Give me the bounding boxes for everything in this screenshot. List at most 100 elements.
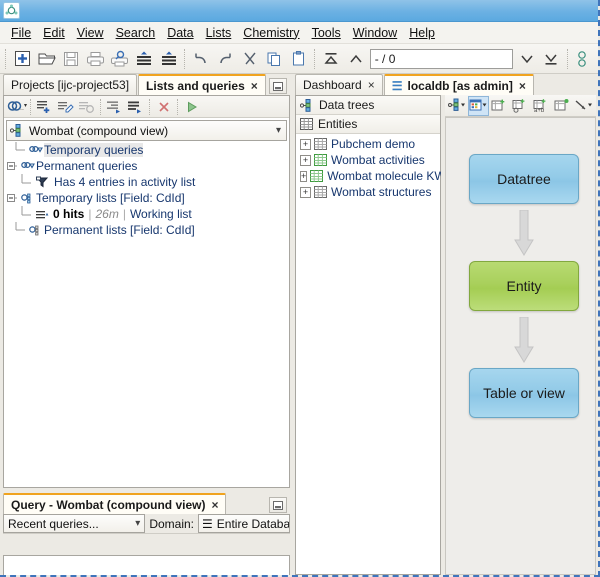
datatree-selector-combo[interactable]: Wombat (compound view) ▾ (6, 120, 287, 141)
expand-expander-icon[interactable]: + (300, 187, 311, 198)
close-icon[interactable]: × (519, 79, 526, 93)
tab-localdb[interactable]: ☰ localdb [as admin] × (384, 74, 534, 95)
entities-browser: Data trees (295, 95, 441, 575)
menu-window[interactable]: Window (347, 24, 403, 42)
structure-search-icon[interactable] (572, 46, 596, 72)
menu-data[interactable]: Data (161, 24, 199, 42)
down-arrow-icon (511, 317, 537, 367)
menu-chemistry[interactable]: Chemistry (237, 24, 305, 42)
new-query-icon[interactable] (34, 97, 55, 117)
menu-help[interactable]: Help (403, 24, 441, 42)
print-preview-icon[interactable] (108, 46, 132, 72)
tree-item-temporary-lists[interactable]: Temporary lists [Field: CdId] (4, 190, 289, 206)
connector-icon[interactable] (573, 96, 594, 116)
new-icon[interactable] (10, 46, 34, 72)
tree-item-temporary-queries[interactable]: Temporary queries (4, 142, 289, 158)
copy-icon[interactable] (262, 46, 286, 72)
tree-item-has-4-entries[interactable]: Has 4 entries in activity list (4, 174, 289, 190)
menu-lists[interactable]: Lists (200, 24, 238, 42)
run-query-icon[interactable] (181, 97, 202, 117)
tab-projects[interactable]: Projects [ijc-project53] (3, 74, 137, 95)
query-history-icon[interactable] (76, 97, 97, 117)
delete-icon[interactable] (153, 97, 174, 117)
workspace: Projects [ijc-project53] Lists and queri… (0, 74, 598, 575)
menu-view-label: View (77, 26, 104, 40)
toolbar-separator-3 (149, 99, 150, 115)
list-item[interactable]: + Pubche (296, 136, 440, 152)
add-link-icon[interactable]: a+b (531, 96, 552, 116)
menu-edit[interactable]: Edit (37, 24, 71, 42)
export-icon[interactable] (156, 46, 180, 72)
list-item[interactable]: + Wombat (296, 168, 440, 184)
chevron-down-icon: ▾ (135, 518, 140, 529)
entity-properties-icon[interactable] (552, 96, 573, 116)
redo-icon[interactable] (213, 46, 237, 72)
tree-branch-line (14, 222, 27, 238)
entity-dropdown-icon[interactable] (468, 96, 489, 116)
section-entities[interactable]: Entities (296, 115, 440, 134)
close-icon[interactable]: × (211, 498, 218, 512)
svg-text:..: .. (20, 105, 24, 112)
add-relationship-icon[interactable] (510, 96, 531, 116)
menu-tools[interactable]: Tools (306, 24, 347, 42)
expand-expander-icon[interactable]: + (300, 171, 307, 182)
list-item[interactable]: + Wombat (296, 152, 440, 168)
add-entity-icon[interactable] (489, 96, 510, 116)
tree-item-permanent-lists[interactable]: Permanent lists [Field: CdId] (4, 222, 289, 238)
previous-record-icon[interactable] (343, 46, 367, 72)
expand-expander-icon[interactable]: + (300, 139, 311, 150)
collapse-expander-icon[interactable] (6, 190, 19, 206)
menu-file[interactable]: File (5, 24, 37, 42)
list-item[interactable]: + Wombat (296, 184, 440, 200)
flow-node-entity-label: Entity (506, 278, 541, 294)
tree-item-permanent-queries[interactable]: Permanent queries (4, 158, 289, 174)
tab-lists-and-queries[interactable]: Lists and queries × (138, 74, 266, 95)
menu-search[interactable]: Search (110, 24, 162, 42)
import-icon[interactable] (132, 46, 156, 72)
expand-expander-icon[interactable]: + (300, 155, 311, 166)
close-icon[interactable]: × (251, 79, 258, 93)
outdent-list-icon[interactable] (125, 97, 146, 117)
cut-icon[interactable] (238, 46, 262, 72)
tree-branch-line (20, 206, 33, 222)
paste-icon[interactable] (287, 46, 311, 72)
saved-query-icon (33, 176, 50, 189)
entity-icon (314, 154, 327, 166)
query-editor-area[interactable] (3, 555, 290, 577)
tab-lists-and-queries-label: Lists and queries (146, 79, 245, 93)
list-item-label: Wombat structures (331, 185, 431, 199)
first-record-icon[interactable] (319, 46, 343, 72)
domain-combo[interactable]: ☰ Entire Database (198, 514, 290, 533)
close-icon[interactable]: × (368, 78, 375, 92)
datatree-dropdown-icon[interactable] (447, 96, 468, 116)
tree-item-label: Temporary queries (44, 143, 143, 157)
collapse-expander-icon[interactable] (6, 158, 19, 174)
section-data-trees[interactable]: Data trees (296, 96, 440, 115)
molecule-icon (3, 2, 20, 19)
minimize-window-button[interactable] (269, 78, 287, 94)
schema-flow-diagram[interactable]: Datatree Entity (445, 117, 596, 575)
save-icon[interactable] (59, 46, 83, 72)
flow-node-entity[interactable]: Entity (469, 261, 579, 311)
domain-icon: ☰ (202, 517, 213, 531)
flow-node-table-or-view[interactable]: Table or view (469, 368, 579, 418)
entity-icon (314, 138, 327, 150)
menu-view[interactable]: View (71, 24, 110, 42)
tab-dashboard[interactable]: Dashboard × (295, 74, 383, 95)
minimize-window-button[interactable] (269, 497, 287, 513)
record-navigator-field[interactable] (370, 49, 513, 69)
undo-icon[interactable] (189, 46, 213, 72)
indent-list-icon[interactable] (104, 97, 125, 117)
open-folder-icon[interactable] (34, 46, 58, 72)
print-icon[interactable] (83, 46, 107, 72)
edit-query-icon[interactable] (55, 97, 76, 117)
tab-query-wombat[interactable]: Query - Wombat (compound view) × (3, 493, 226, 514)
recent-queries-combo[interactable]: Recent queries... ▾ (3, 514, 145, 533)
tree-item-hitlist[interactable]: 0 hits | 26m | Working list (4, 206, 289, 222)
domain-label: Domain: (145, 514, 198, 533)
section-entities-label: Entities (318, 117, 357, 131)
last-record-icon[interactable] (539, 46, 563, 72)
view-mode-icon[interactable]: .. (6, 97, 27, 117)
next-record-icon[interactable] (515, 46, 539, 72)
flow-node-datatree[interactable]: Datatree (469, 154, 579, 204)
